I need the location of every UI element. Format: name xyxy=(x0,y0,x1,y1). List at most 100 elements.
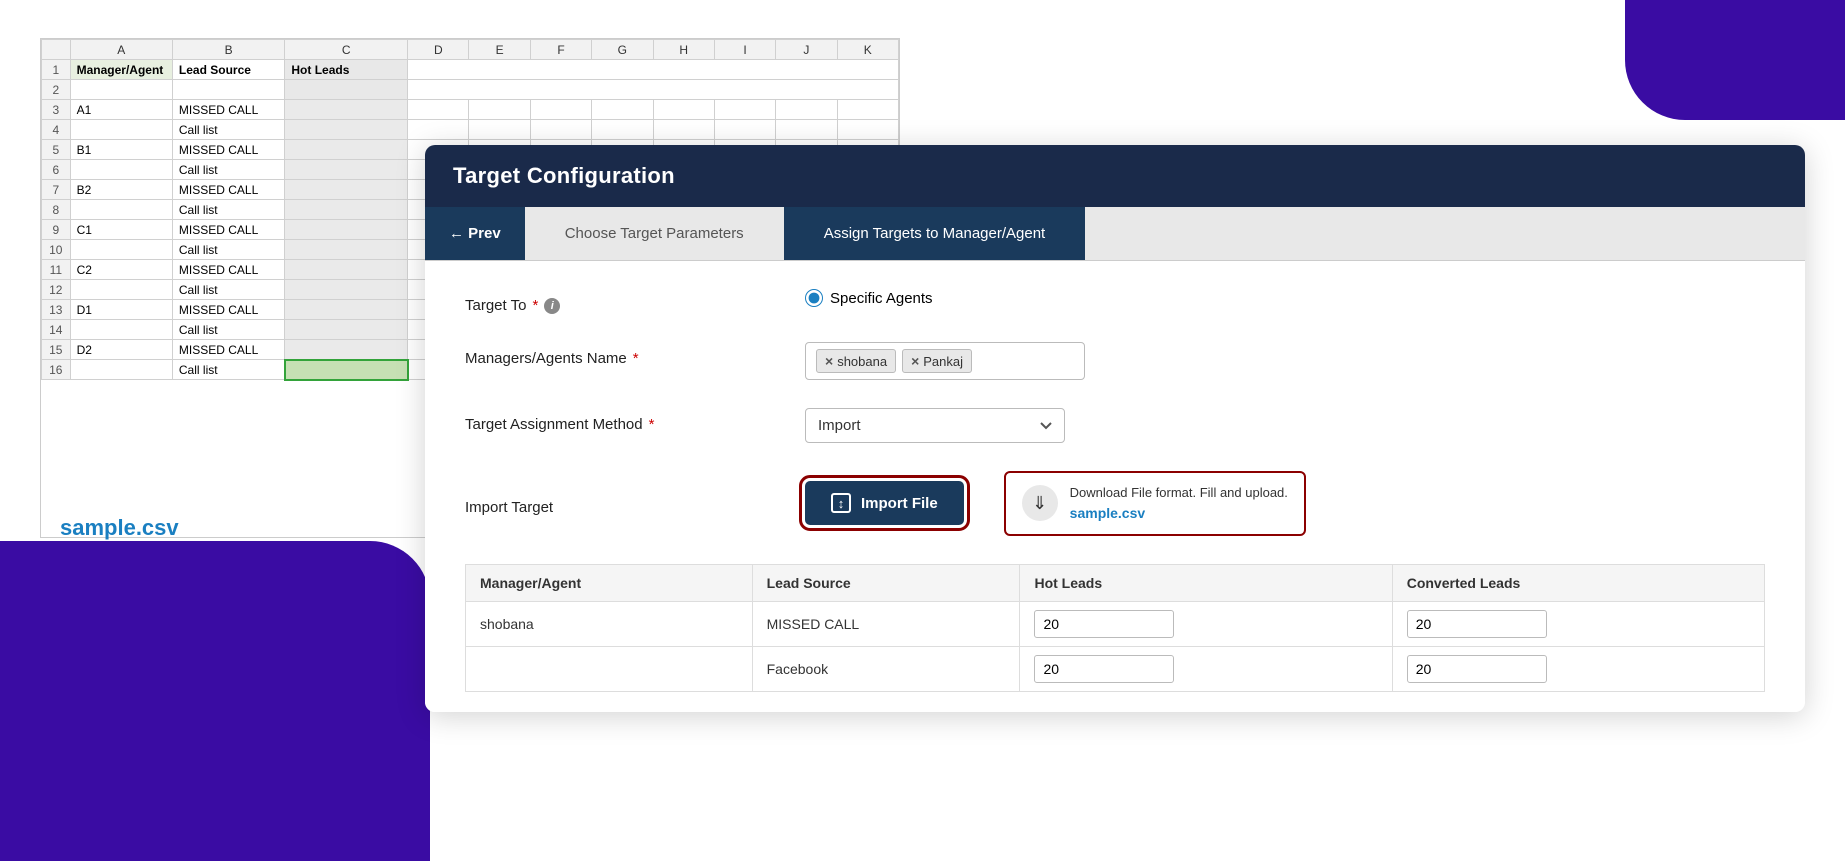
cell-source-1: Facebook xyxy=(752,646,1020,691)
cell-b-1: Call list xyxy=(172,120,284,140)
converted-leads-input-0[interactable] xyxy=(1407,610,1547,638)
managers-agents-value: × shobana × Pankaj xyxy=(805,342,1765,380)
target-to-value: Specific Agents xyxy=(805,289,1765,307)
tag-pankaj-remove[interactable]: × xyxy=(911,353,919,369)
spreadsheet-row: 3A1MISSED CALL xyxy=(42,100,899,120)
cell-a-7 xyxy=(70,240,172,260)
tag-input-area[interactable]: × shobana × Pankaj xyxy=(805,342,1085,380)
cell-1a: Manager/Agent xyxy=(70,60,172,80)
cell-c-10 xyxy=(285,300,408,320)
cell-extra-0-3 xyxy=(592,100,653,120)
cell-b-10: MISSED CALL xyxy=(172,300,284,320)
row-num-15: 15 xyxy=(42,340,71,360)
col-header-h: H xyxy=(653,40,714,60)
cell-c-5 xyxy=(285,200,408,220)
specific-agents-radio-input[interactable] xyxy=(805,289,823,307)
cell-extra-0-0 xyxy=(408,100,469,120)
tag-pankaj-label: Pankaj xyxy=(923,354,963,369)
cell-extra-0-5 xyxy=(714,100,775,120)
cell-a-5 xyxy=(70,200,172,220)
cell-a-6: C1 xyxy=(70,220,172,240)
assignment-method-select[interactable]: Import Manual xyxy=(805,408,1065,443)
row-num-4: 4 xyxy=(42,120,71,140)
cell-extra-1-4 xyxy=(653,120,714,140)
cell-hot-1 xyxy=(1020,646,1392,691)
cell-a-12: D2 xyxy=(70,340,172,360)
col-header-c: C xyxy=(285,40,408,60)
col-lead-source: Lead Source xyxy=(752,564,1020,601)
col-header-a: A xyxy=(70,40,172,60)
cell-c-13 xyxy=(285,360,408,380)
row-num-3: 3 xyxy=(42,100,71,120)
cell-converted-0 xyxy=(1392,601,1764,646)
dialog-body: Target To * i Specific Agents Managers/A… xyxy=(425,261,1805,712)
row-num-7: 7 xyxy=(42,180,71,200)
download-circle-icon: ⇓ xyxy=(1022,485,1058,521)
cell-a-4: B2 xyxy=(70,180,172,200)
cell-b-8: MISSED CALL xyxy=(172,260,284,280)
specific-agents-radio[interactable]: Specific Agents xyxy=(805,289,933,307)
cell-extra-1-7 xyxy=(837,120,898,140)
target-to-required: * xyxy=(532,297,538,314)
cell-b-0: MISSED CALL xyxy=(172,100,284,120)
cell-1b: Lead Source xyxy=(172,60,284,80)
cell-a-0: A1 xyxy=(70,100,172,120)
sample-csv-label: sample.csv xyxy=(60,515,179,541)
dialog-title: Target Configuration xyxy=(453,163,675,188)
dialog-header: Target Configuration xyxy=(425,145,1805,207)
cell-b-3: Call list xyxy=(172,160,284,180)
col-header-b: B xyxy=(172,40,284,60)
cell-b-2: MISSED CALL xyxy=(172,140,284,160)
prev-button[interactable]: ← Prev xyxy=(425,207,525,260)
col-converted-leads: Converted Leads xyxy=(1392,564,1764,601)
cell-source-0: MISSED CALL xyxy=(752,601,1020,646)
col-header-f: F xyxy=(530,40,591,60)
cell-c-3 xyxy=(285,160,408,180)
cell-extra-1-1 xyxy=(469,120,530,140)
cell-2rest xyxy=(408,80,899,100)
converted-leads-input-1[interactable] xyxy=(1407,655,1547,683)
target-to-row: Target To * i Specific Agents xyxy=(465,289,1765,314)
col-header-j: J xyxy=(776,40,837,60)
row-num-16: 16 xyxy=(42,360,71,380)
cell-2a xyxy=(70,80,172,100)
download-hint-box: ⇓ Download File format. Fill and upload.… xyxy=(1004,471,1306,536)
import-file-icon: ↕ xyxy=(831,493,851,513)
row-num-10: 10 xyxy=(42,240,71,260)
info-icon[interactable]: i xyxy=(544,298,560,314)
import-target-row: Import Target ↕ Import File ⇓ Download F… xyxy=(465,471,1765,536)
tab-choose-parameters[interactable]: Choose Target Parameters xyxy=(525,207,784,260)
target-configuration-dialog: Target Configuration ← Prev Choose Targe… xyxy=(425,145,1805,712)
cell-a-8: C2 xyxy=(70,260,172,280)
cell-agent-0: shobana xyxy=(466,601,753,646)
cell-extra-1-5 xyxy=(714,120,775,140)
cell-2c xyxy=(285,80,408,100)
tag-shobana-remove[interactable]: × xyxy=(825,353,833,369)
cell-b-7: Call list xyxy=(172,240,284,260)
row-num-13: 13 xyxy=(42,300,71,320)
target-to-label: Target To * i xyxy=(465,289,805,314)
hot-leads-input-1[interactable] xyxy=(1034,655,1174,683)
row-num-12: 12 xyxy=(42,280,71,300)
tag-shobana: × shobana xyxy=(816,349,896,373)
hot-leads-input-0[interactable] xyxy=(1034,610,1174,638)
import-file-button[interactable]: ↕ Import File xyxy=(805,481,964,525)
cell-converted-1 xyxy=(1392,646,1764,691)
tab-assign-targets[interactable]: Assign Targets to Manager/Agent xyxy=(784,207,1086,260)
row-num-11: 11 xyxy=(42,260,71,280)
cell-c-7 xyxy=(285,240,408,260)
download-sample-link[interactable]: sample.csv xyxy=(1070,505,1146,521)
cell-extra-0-7 xyxy=(837,100,898,120)
assignment-method-required: * xyxy=(649,416,655,433)
cell-extra-1-6 xyxy=(776,120,837,140)
col-hot-leads: Hot Leads xyxy=(1020,564,1392,601)
cell-a-10: D1 xyxy=(70,300,172,320)
assignment-method-row: Target Assignment Method * Import Manual xyxy=(465,408,1765,443)
import-target-value: ↕ Import File ⇓ Download File format. Fi… xyxy=(805,471,1765,536)
bg-accent-top-right xyxy=(1625,0,1845,120)
cell-c-6 xyxy=(285,220,408,240)
cell-2b xyxy=(172,80,284,100)
cell-b-6: MISSED CALL xyxy=(172,220,284,240)
table-row: Facebook xyxy=(466,646,1765,691)
cell-b-9: Call list xyxy=(172,280,284,300)
